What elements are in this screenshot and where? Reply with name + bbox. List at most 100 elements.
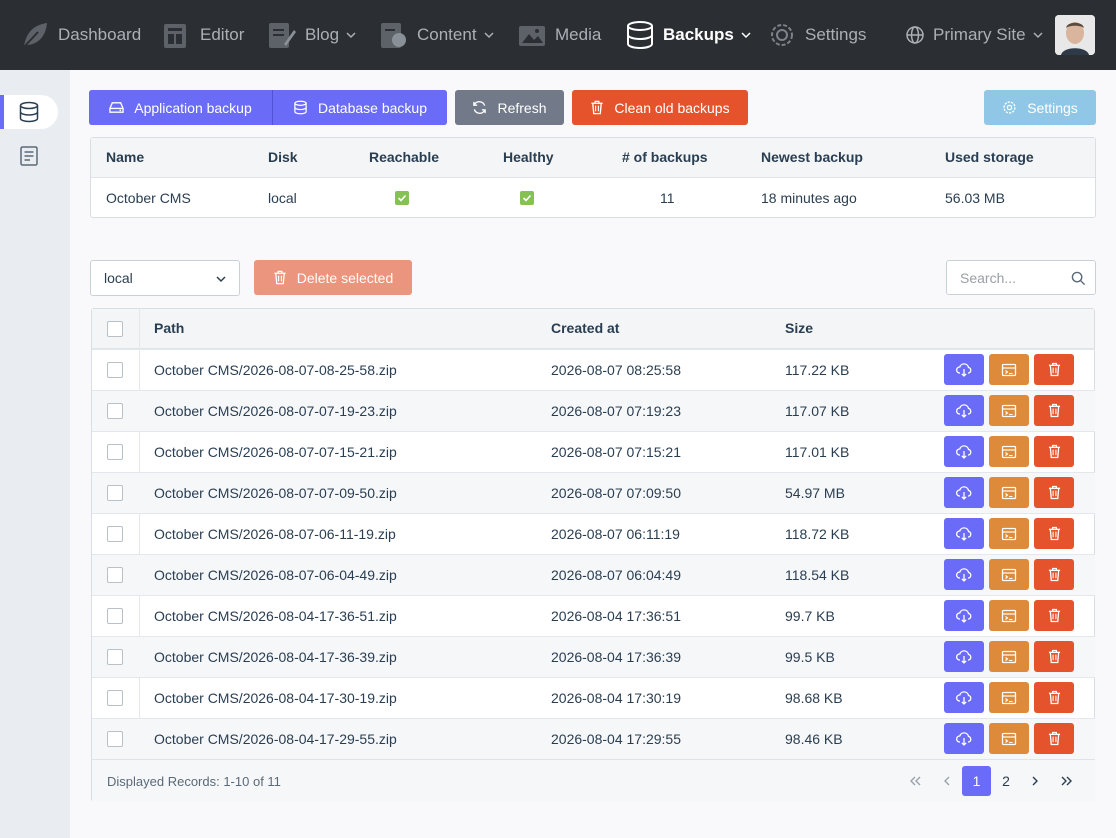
application-backup-button[interactable]: Application backup [89, 90, 272, 125]
download-button[interactable] [944, 395, 984, 426]
row-checkbox[interactable] [107, 526, 123, 542]
trash-icon [1048, 485, 1060, 500]
download-button[interactable] [944, 559, 984, 590]
restore-icon [1001, 486, 1017, 499]
download-button[interactable] [944, 518, 984, 549]
search-input[interactable] [960, 261, 1070, 294]
nav-content[interactable]: Content [379, 0, 495, 70]
page-1-button[interactable]: 1 [962, 766, 991, 796]
restore-icon [1001, 650, 1017, 663]
row-checkbox[interactable] [107, 444, 123, 460]
nav-dashboard[interactable]: Dashboard [20, 0, 141, 70]
backup-path: October CMS/2026-08-04-17-36-51.zip [154, 608, 397, 624]
cloud-download-icon [956, 362, 972, 377]
summary-name: October CMS [106, 190, 191, 206]
header-size: Size [785, 320, 814, 336]
restore-button[interactable] [989, 354, 1029, 385]
delete-button[interactable] [1034, 354, 1074, 385]
download-button[interactable] [944, 600, 984, 631]
row-checkbox[interactable] [107, 362, 123, 378]
row-checkbox[interactable] [107, 690, 123, 706]
page-2-button[interactable]: 2 [996, 766, 1016, 796]
database-backup-button[interactable]: Database backup [273, 90, 447, 125]
row-checkbox[interactable] [107, 567, 123, 583]
cloud-download-icon [956, 403, 972, 418]
cloud-download-icon [956, 608, 972, 623]
summary-header-storage: Used storage [945, 149, 1034, 165]
chevron-left-icon [944, 776, 950, 786]
disk-select[interactable]: local [90, 260, 240, 296]
button-label: Clean old backups [614, 99, 730, 116]
row-checkbox[interactable] [107, 608, 123, 624]
nav-label: Dashboard [58, 25, 142, 44]
cloud-download-icon [956, 567, 972, 582]
row-checkbox[interactable] [107, 649, 123, 665]
delete-button[interactable] [1034, 518, 1074, 549]
restore-icon [1001, 445, 1017, 458]
chevron-down-icon [216, 276, 226, 283]
restore-button[interactable] [989, 436, 1029, 467]
sidebar-item-logs[interactable] [0, 139, 58, 173]
cloud-download-icon [956, 444, 972, 459]
delete-button[interactable] [1034, 436, 1074, 467]
backup-path: October CMS/2026-08-07-06-04-49.zip [154, 567, 397, 583]
backup-created-at: 2026-08-04 17:29:55 [551, 731, 681, 747]
delete-button[interactable] [1034, 682, 1074, 713]
trash-icon [1048, 526, 1060, 541]
summary-disk: local [268, 190, 297, 206]
nav-media[interactable]: Media [517, 0, 601, 70]
backup-created-at: 2026-08-04 17:30:19 [551, 690, 681, 706]
delete-selected-button[interactable]: Delete selected [254, 260, 412, 295]
restore-button[interactable] [989, 395, 1029, 426]
table-row: October CMS/2026-08-07-07-15-21.zip 2026-… [92, 431, 1095, 472]
download-button[interactable] [944, 477, 984, 508]
first-page-button[interactable] [904, 766, 926, 796]
download-button[interactable] [944, 682, 984, 713]
row-checkbox[interactable] [107, 731, 123, 747]
row-checkbox[interactable] [107, 403, 123, 419]
restore-button[interactable] [989, 600, 1029, 631]
restore-button[interactable] [989, 518, 1029, 549]
delete-button[interactable] [1034, 395, 1074, 426]
select-all-checkbox[interactable] [107, 321, 123, 337]
restore-button[interactable] [989, 723, 1029, 754]
restore-button[interactable] [989, 477, 1029, 508]
next-page-button[interactable] [1025, 766, 1045, 796]
backup-created-at: 2026-08-07 07:09:50 [551, 485, 681, 501]
download-button[interactable] [944, 641, 984, 672]
nav-blog[interactable]: Blog [267, 0, 357, 70]
nav-settings[interactable]: Settings [767, 0, 866, 70]
clean-old-backups-button[interactable]: Clean old backups [572, 90, 748, 125]
site-switcher[interactable]: Primary Site [905, 0, 1044, 70]
leaf-icon [23, 23, 47, 48]
download-button[interactable] [944, 436, 984, 467]
user-avatar[interactable] [1055, 15, 1095, 55]
restore-button[interactable] [989, 682, 1029, 713]
delete-button[interactable] [1034, 641, 1074, 672]
sidebar-item-backups[interactable] [0, 95, 58, 129]
delete-button[interactable] [1034, 559, 1074, 590]
delete-button[interactable] [1034, 600, 1074, 631]
backup-path: October CMS/2026-08-07-08-25-58.zip [154, 362, 397, 378]
search-icon[interactable] [1071, 271, 1086, 286]
button-label: Database backup [318, 99, 427, 116]
table-row: October CMS/2026-08-07-06-11-19.zip 2026-… [92, 513, 1095, 554]
delete-button[interactable] [1034, 477, 1074, 508]
nav-backups[interactable]: Backups [625, 0, 752, 70]
restore-button[interactable] [989, 641, 1029, 672]
last-page-button[interactable] [1056, 766, 1078, 796]
nav-editor[interactable]: Editor [162, 0, 244, 70]
row-checkbox[interactable] [107, 485, 123, 501]
delete-button[interactable] [1034, 723, 1074, 754]
download-button[interactable] [944, 723, 984, 754]
backups-table: Path Created at Size October CMS/2026-08… [91, 308, 1095, 802]
refresh-button[interactable]: Refresh [455, 90, 564, 125]
settings-button[interactable]: Settings [984, 90, 1096, 125]
download-button[interactable] [944, 354, 984, 385]
cloud-download-icon [956, 485, 972, 500]
restore-button[interactable] [989, 559, 1029, 590]
button-label: Delete selected [296, 269, 394, 286]
nav-label: Content [417, 25, 477, 44]
chevron-down-icon [346, 32, 356, 39]
previous-page-button[interactable] [937, 766, 957, 796]
